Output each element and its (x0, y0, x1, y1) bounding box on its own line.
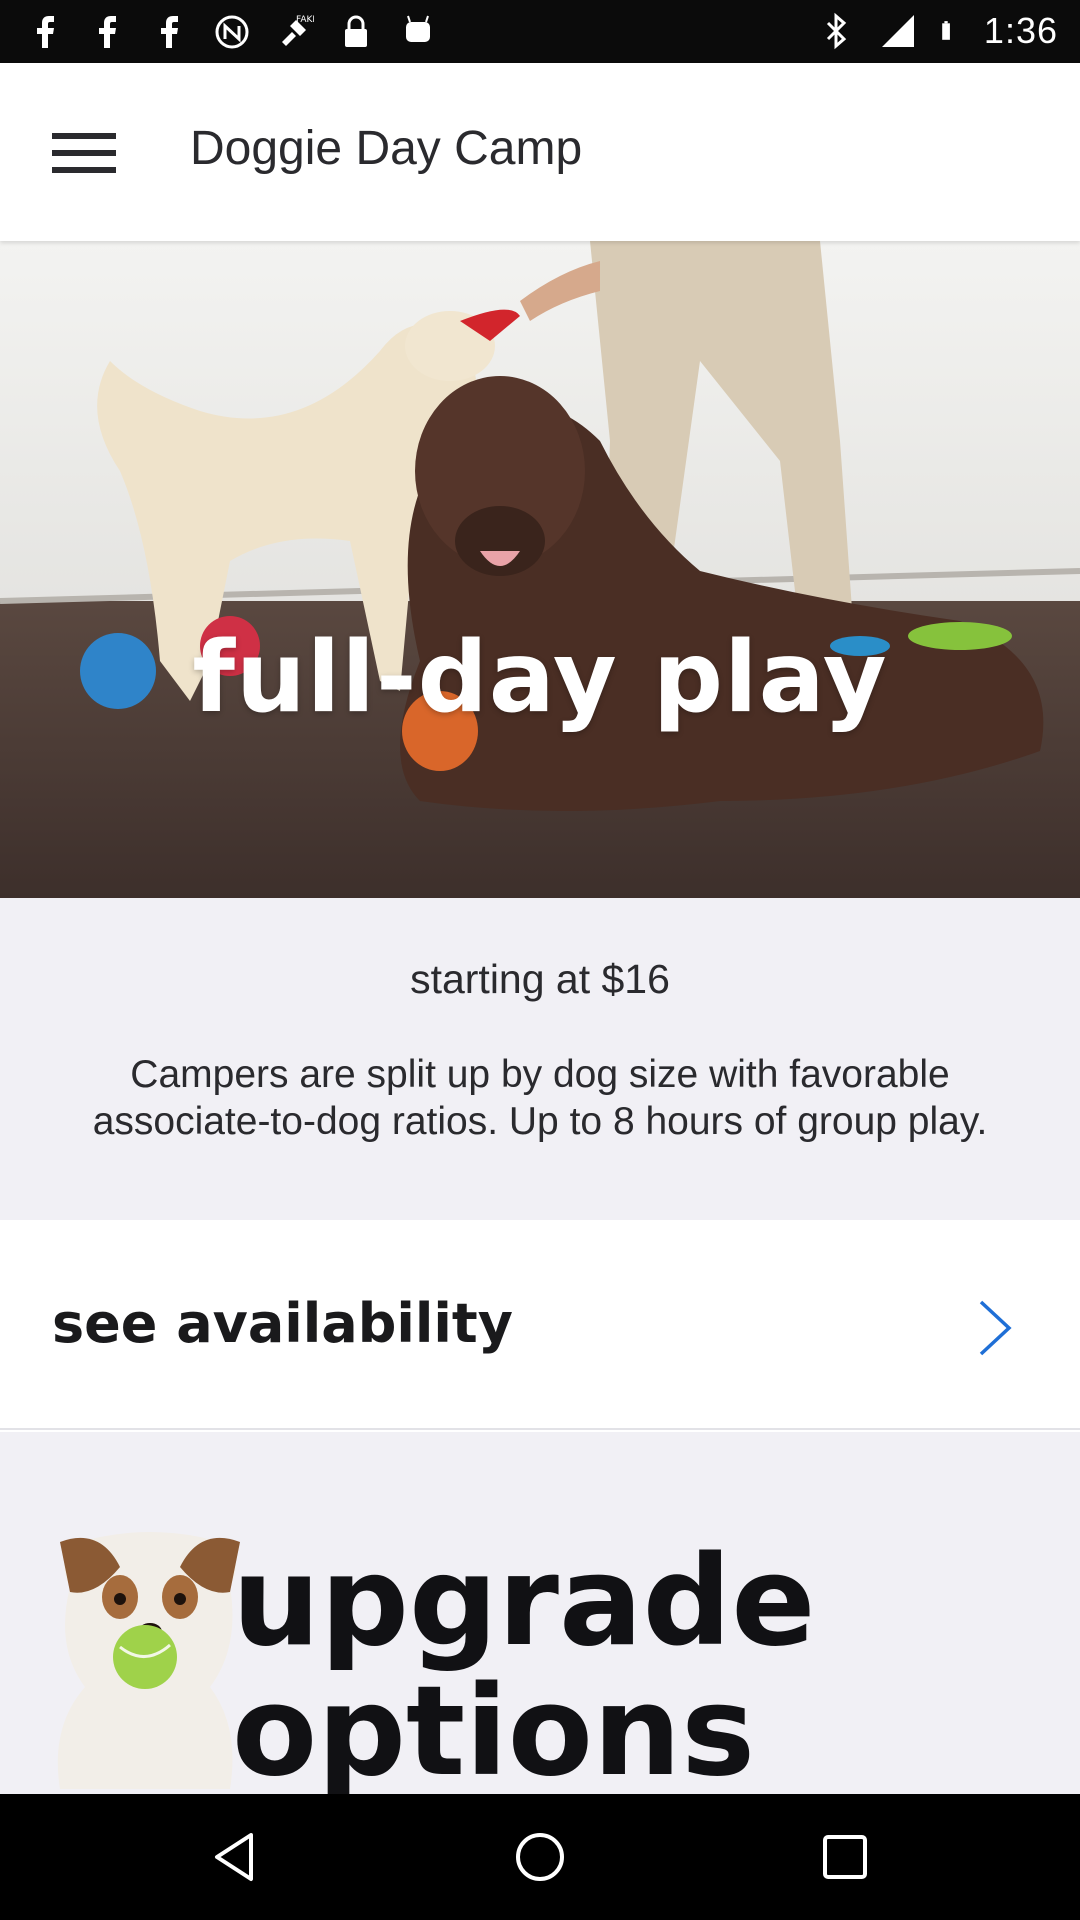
hero-photo (0, 241, 1080, 898)
recents-icon[interactable] (815, 1827, 875, 1887)
description-text: Campers are split up by dog size with fa… (92, 1053, 988, 1143)
facebook-icon (99, 16, 116, 48)
chevron-right-icon (979, 1300, 1012, 1356)
system-nav-bar (0, 1794, 1080, 1920)
nfc-icon (215, 15, 249, 49)
see-availability-label: see availability (52, 1292, 513, 1355)
bluetooth-icon (826, 12, 847, 50)
upgrade-title-line2: options (232, 1660, 756, 1794)
clock: 1:36 (983, 10, 1058, 51)
battery-icon (942, 21, 950, 40)
app-bar: Doggie Day Camp (0, 63, 1080, 241)
hero-title: full-day play (192, 621, 888, 735)
facebook-icon (37, 16, 54, 48)
page-title: Doggie Day Camp (190, 122, 583, 175)
signal-icon (881, 15, 914, 47)
upgrade-title-line1: upgrade (232, 1530, 816, 1674)
system-icons: 1:36 (816, 10, 1058, 52)
android-debug-icon (406, 15, 430, 42)
facebook-icon (161, 16, 178, 48)
see-availability-row[interactable]: see availability (0, 1220, 1080, 1430)
home-icon[interactable] (510, 1827, 570, 1887)
status-bar: FAKE 1:36 (0, 0, 1080, 63)
svg-text:FAKE: FAKE (296, 15, 314, 25)
lock-icon (345, 15, 367, 47)
hero-banner: full-day play (0, 241, 1080, 898)
upgrade-title: upgrade options (232, 1537, 992, 1794)
hamburger-menu-icon[interactable] (40, 123, 126, 183)
fake-gps-icon: FAKE (282, 15, 314, 46)
back-icon[interactable] (205, 1827, 265, 1887)
info-section: starting at $16 Campers are split up by … (0, 898, 1080, 1220)
notification-icons: FAKE (26, 12, 438, 52)
upgrade-options-section: upgrade options (0, 1432, 1080, 1794)
price-text: starting at $16 (410, 956, 670, 1002)
dog-illustration (57, 1532, 240, 1789)
